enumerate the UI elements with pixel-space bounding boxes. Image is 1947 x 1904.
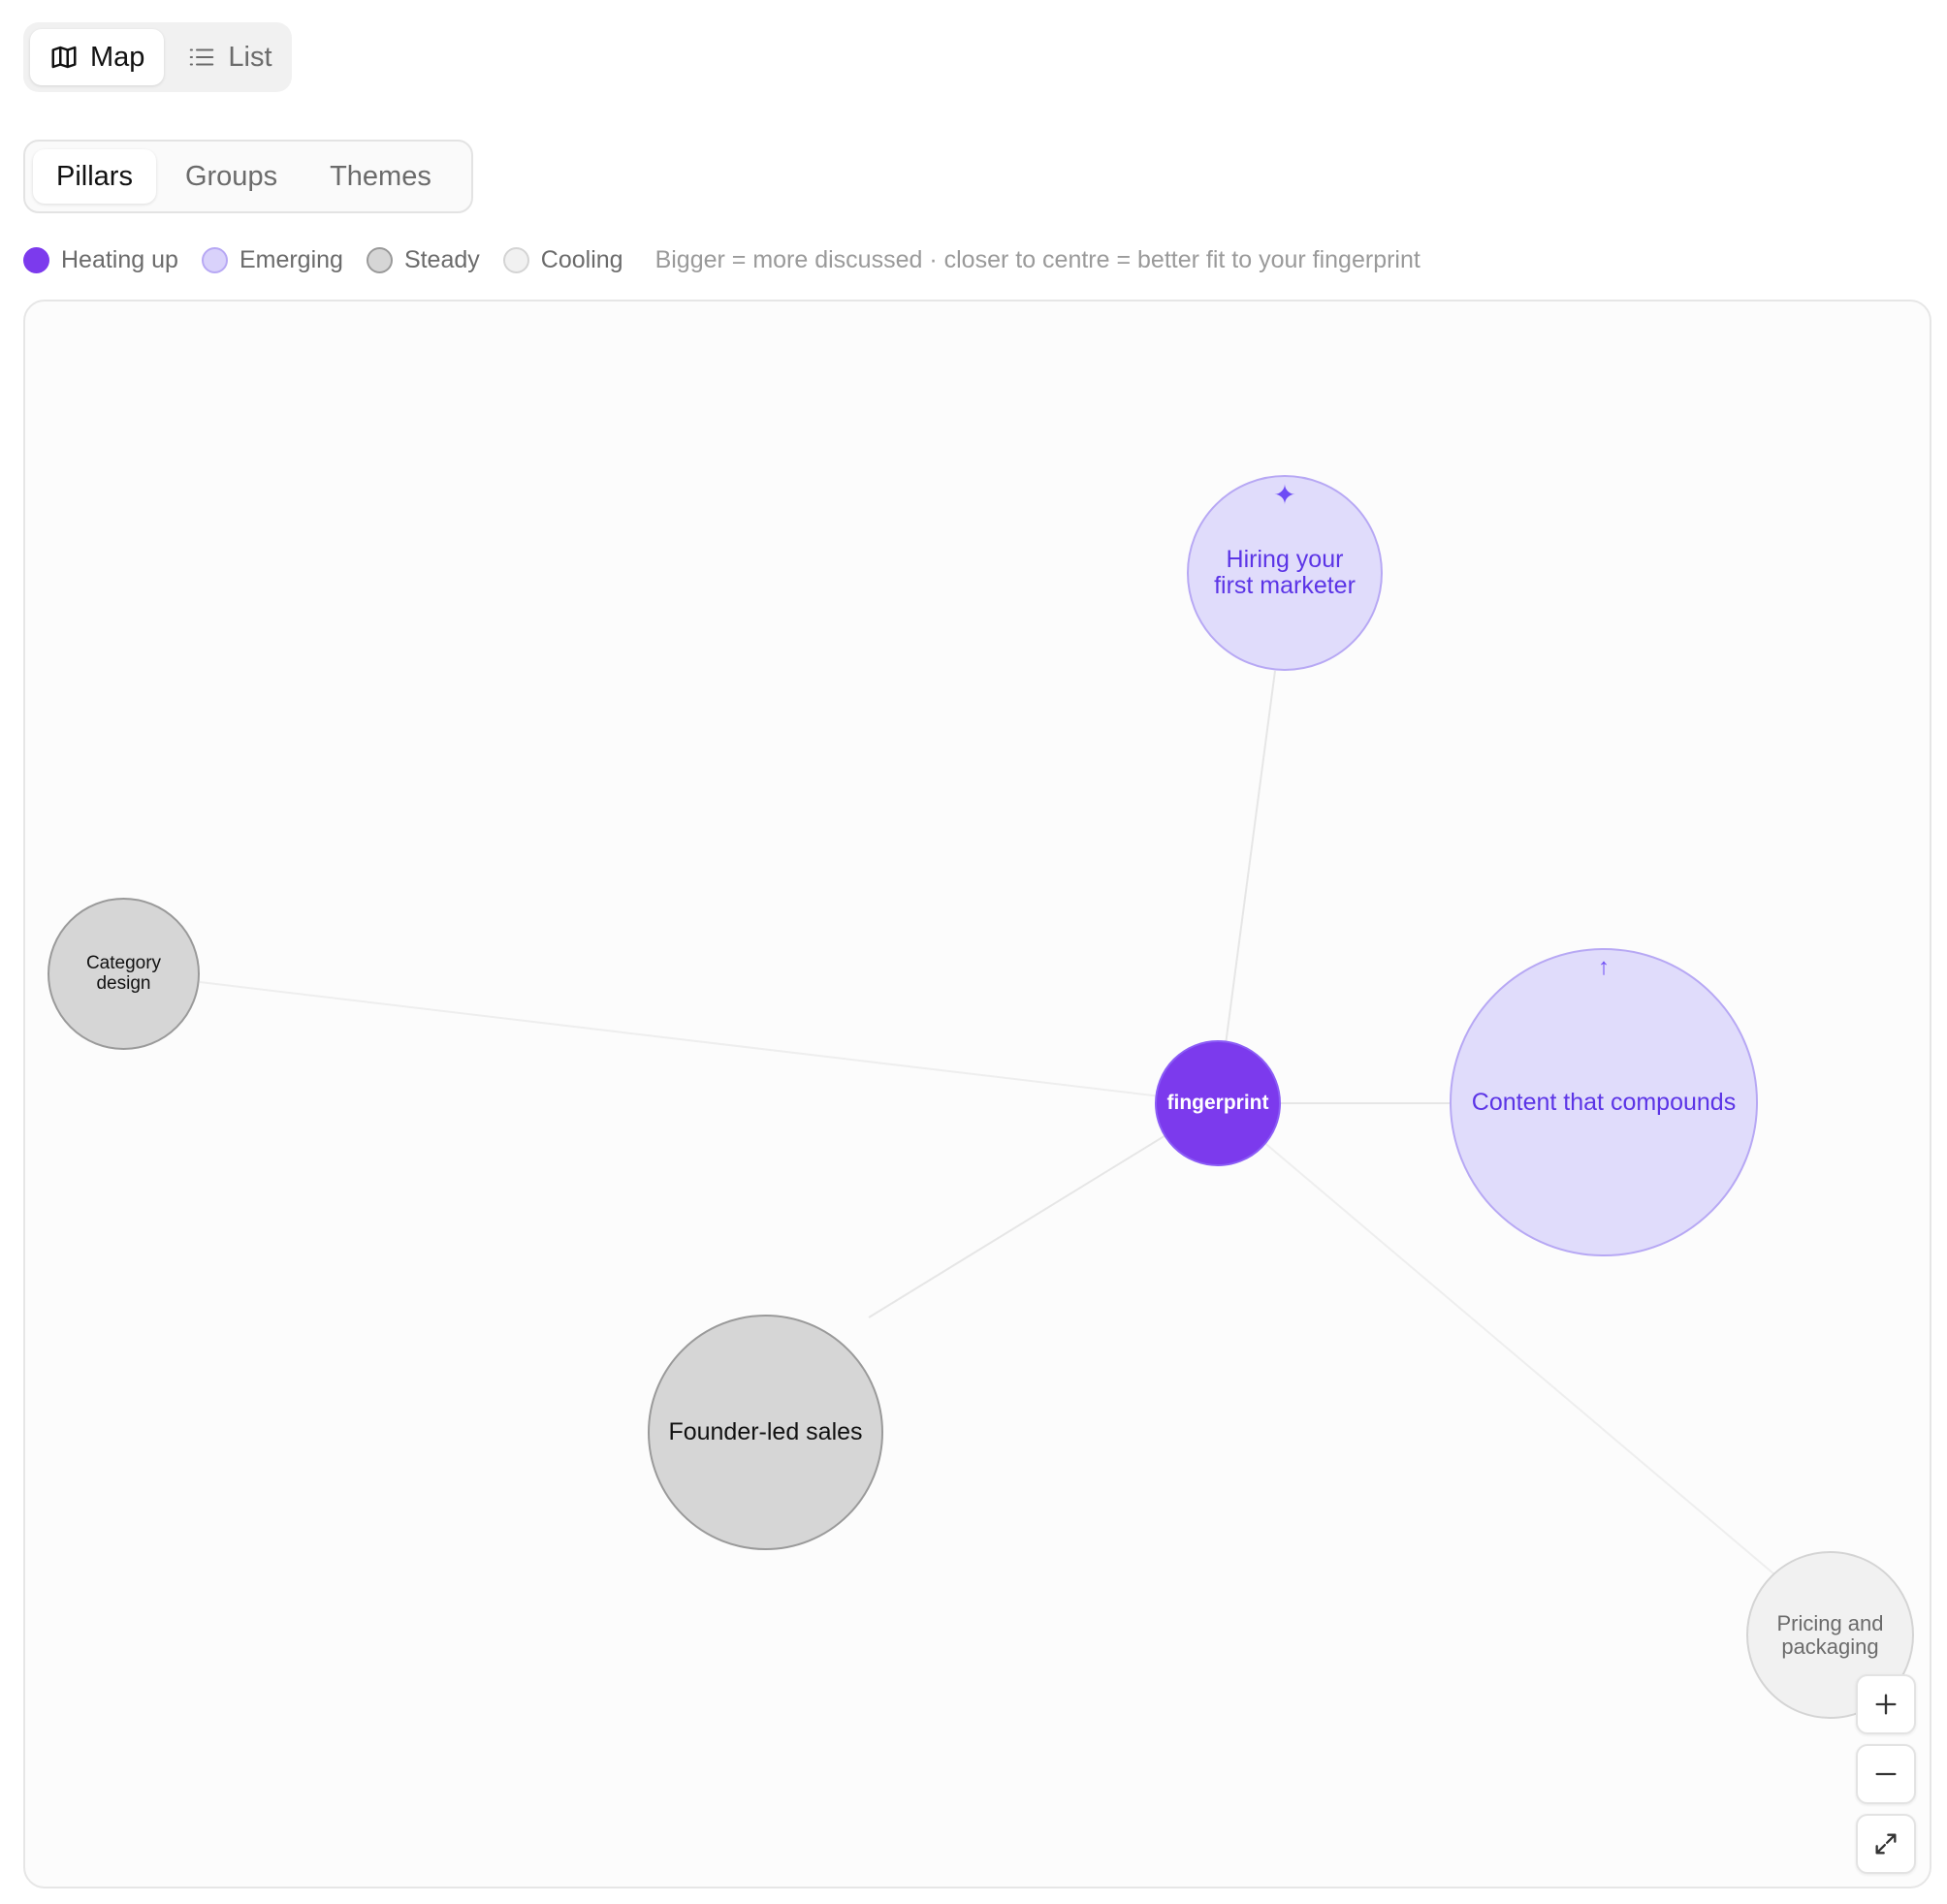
node-label-line: design (96, 972, 151, 994)
legend-note: Bigger = more discussed · closer to cent… (654, 245, 1420, 273)
link-category (199, 981, 1219, 1104)
node-label-line: Category (85, 952, 162, 973)
map-view-button[interactable]: Map (30, 29, 165, 85)
minus-icon (1875, 1772, 1897, 1776)
legend-item-cooling: Cooling (502, 245, 623, 274)
node-label: Pricing and packaging (1776, 1610, 1884, 1659)
legend-dot-steady (366, 246, 393, 273)
node-hiring-your-first-marketer[interactable]: ✦ Hiring your first marketer (1187, 475, 1383, 671)
legend-label: Emerging (239, 245, 343, 273)
node-label-line: Pricing and (1776, 1610, 1884, 1635)
tab-pillars[interactable]: Pillars (33, 149, 156, 204)
node-label: Hiring your first marketer (1214, 547, 1356, 599)
map-canvas[interactable]: ✦ Hiring your first marketer ↑ Content t… (23, 300, 1931, 1888)
node-label: Category design (85, 952, 162, 994)
legend-dot-cooling (502, 246, 529, 273)
node-category-design[interactable]: Category design (48, 898, 200, 1050)
node-label: Content that compounds (1471, 1088, 1737, 1116)
legend-item-steady: Steady (366, 245, 480, 274)
node-label-line: packaging (1781, 1634, 1879, 1659)
node-label-line: Hiring your (1226, 546, 1344, 573)
node-content-that-compounds[interactable]: ↑ Content that compounds (1450, 948, 1758, 1256)
list-view-button[interactable]: List (168, 29, 291, 85)
legend: Heating up Emerging Steady Cooling Bigge… (23, 242, 1420, 277)
legend-label: Steady (403, 245, 480, 273)
arrow-up-icon: ↑ (1598, 954, 1610, 980)
tab-themes[interactable]: Themes (306, 149, 455, 204)
list-icon (190, 48, 214, 66)
legend-dot-emerging (201, 246, 228, 273)
node-label-line: first marketer (1214, 572, 1356, 599)
tab-groups[interactable]: Groups (162, 149, 301, 204)
zoom-in-button[interactable] (1856, 1674, 1916, 1734)
zoom-controls (1856, 1674, 1916, 1874)
node-fingerprint-center[interactable]: fingerprint (1155, 1040, 1281, 1166)
node-label: Founder-led sales (668, 1418, 863, 1445)
map-icon (51, 46, 77, 69)
link-hiring (1217, 670, 1276, 1104)
expand-icon (1875, 1833, 1897, 1855)
legend-dot-heating-up (23, 246, 49, 273)
legend-item-emerging: Emerging (201, 245, 343, 274)
node-label: fingerprint (1166, 1091, 1269, 1114)
node-founder-led-sales[interactable]: Founder-led sales (648, 1315, 883, 1550)
fit-to-view-button[interactable] (1856, 1814, 1916, 1874)
level-tabs: Pillars Groups Themes (23, 140, 473, 213)
legend-label: Cooling (540, 245, 623, 273)
zoom-out-button[interactable] (1856, 1744, 1916, 1804)
list-view-label: List (228, 41, 272, 73)
sparkle-icon: ✦ (1273, 480, 1296, 510)
view-toggle: Map List (23, 22, 292, 92)
plus-icon (1875, 1694, 1897, 1715)
legend-item-heating-up: Heating up (23, 246, 178, 274)
map-view-label: Map (90, 41, 145, 73)
legend-label: Heating up (61, 245, 178, 273)
